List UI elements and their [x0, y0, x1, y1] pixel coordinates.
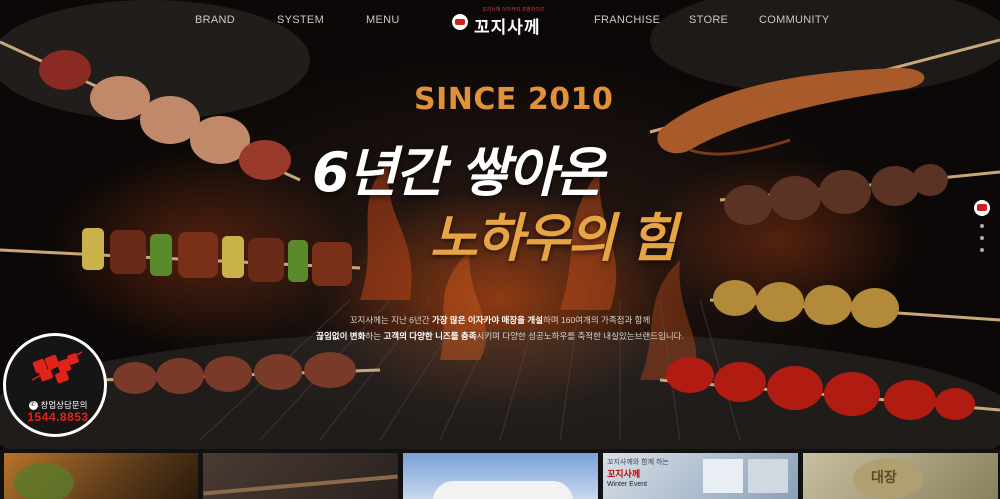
logo-tagline: 꼬지사께 이자카야 프랜차이즈 [482, 7, 545, 13]
nav-community[interactable]: COMMUNITY [759, 14, 830, 26]
consult-phone[interactable]: 1544.8853 [6, 410, 110, 424]
description-line1: 꼬지사께는 지난 6년간 가장 많은 이자카야 매장을 개설하며 160여개의 … [349, 315, 651, 325]
nav-store[interactable]: STORE [689, 14, 728, 26]
thumbnail-strip: 꼬지사께와 함께 하는 꼬지사께 Winter Event 대장 [0, 449, 1000, 499]
pager-logo-icon[interactable] [974, 200, 990, 216]
section-pager [974, 200, 992, 252]
phone-icon: ✆ [28, 401, 38, 411]
thumb-skewer[interactable] [203, 453, 398, 499]
nav-menu[interactable]: MENU [366, 14, 400, 26]
pager-dot[interactable] [980, 224, 984, 228]
thumb-food[interactable] [4, 453, 198, 499]
pager-dot[interactable] [980, 248, 984, 252]
nav-franchise[interactable]: FRANCHISE [594, 14, 660, 26]
thumb-sky[interactable] [403, 453, 598, 499]
skewer-logo-icon [31, 351, 83, 384]
logo-emblem-icon [452, 14, 468, 30]
consult-badge[interactable]: ✆ 창업상담문의 1544.8853 [3, 333, 107, 437]
consult-label: 창업상담문의 [40, 400, 88, 410]
brand-logo[interactable]: 꼬지사께 이자카야 프랜차이즈 꼬지사께 [452, 6, 552, 38]
headline-line2: 노하우의 힘 [430, 209, 677, 269]
logo-text: 꼬지사께 [474, 18, 541, 38]
thumb-winter-event[interactable]: 꼬지사께와 함께 하는 꼬지사께 Winter Event [603, 453, 798, 499]
nav-brand[interactable]: BRAND [195, 14, 235, 26]
thumb-sign[interactable]: 대장 [803, 453, 998, 499]
since-text: SINCE 2010 [414, 82, 614, 117]
main-nav: BRAND SYSTEM MENU 꼬지사께 이자카야 프랜차이즈 꼬지사께 F… [0, 0, 1000, 42]
description-line2: 끊임없이 변화하는 고객의 다양한 니즈를 충족시키며 다양한 성공노하우를 축… [316, 331, 684, 341]
pager-dot[interactable] [980, 236, 984, 240]
nav-system[interactable]: SYSTEM [277, 14, 324, 26]
